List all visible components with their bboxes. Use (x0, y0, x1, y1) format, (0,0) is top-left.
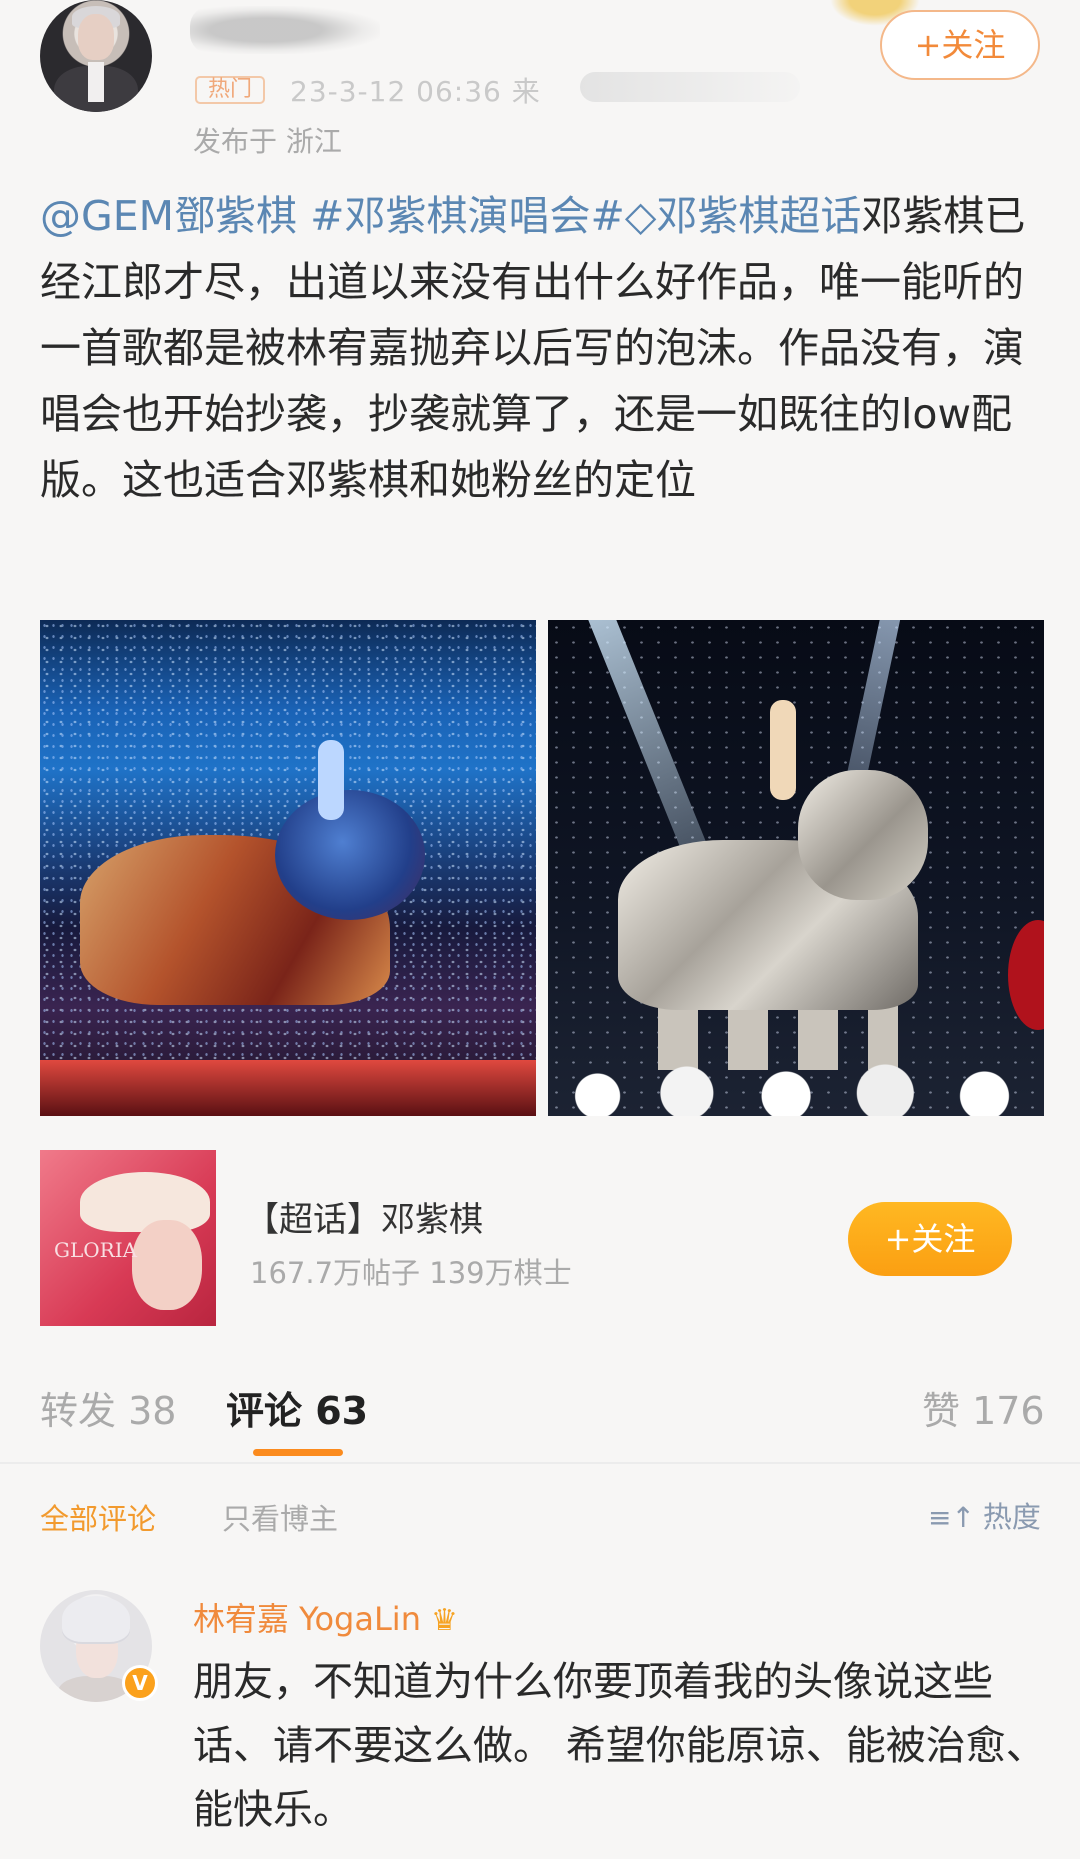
commenter-name-label: 林宥嘉 YogaLin (193, 1600, 421, 1638)
commenter-name[interactable]: 林宥嘉 YogaLin ♛ (193, 1594, 458, 1640)
post-image-1[interactable] (40, 620, 536, 1116)
post-image-2[interactable] (548, 620, 1044, 1116)
tab-like[interactable]: 赞 176 (922, 1380, 1045, 1435)
blurred-username (190, 6, 380, 54)
hashtag-link[interactable]: #邓紫棋演唱会# (310, 192, 625, 240)
filter-owner-only[interactable]: 只看博主 (222, 1496, 338, 1538)
divider (0, 1462, 1080, 1464)
sort-label: 热度 (982, 1500, 1041, 1534)
tab-comment[interactable]: 评论 63 (226, 1380, 368, 1435)
supertopic-follow-button[interactable]: +关注 (848, 1202, 1012, 1276)
post-body: @GEM鄧紫棋 #邓紫棋演唱会#◇邓紫棋超话邓紫棋已经江郎才尽，出道以来没有出什… (40, 183, 1040, 513)
supertopic-title: 【超话】邓紫棋 (245, 1200, 483, 1240)
supertopic-link[interactable]: ◇邓紫棋超话 (625, 192, 862, 240)
filter-all-comments[interactable]: 全部评论 (40, 1496, 156, 1538)
mention-link[interactable]: @GEM鄧紫棋 (40, 192, 297, 240)
thumbnail-text: GLORIA (54, 1238, 138, 1262)
verified-icon: V (122, 1665, 158, 1701)
supertopic-card[interactable]: GLORIA 【超话】邓紫棋 167.7万帖子 139万棋士 +关注 (40, 1150, 1040, 1326)
hot-tag: 热门 (195, 76, 265, 104)
supertopic-stats: 167.7万帖子 139万棋士 (250, 1256, 572, 1290)
comment-text: 朋友，不知道为什么你要顶着我的头像说这些话、请不要这么做。 希望你能原谅、能被治… (193, 1659, 1046, 1833)
tab-repost[interactable]: 转发 38 (40, 1380, 176, 1435)
sort-icon: ≡↑ (928, 1501, 975, 1534)
supertopic-thumbnail: GLORIA (40, 1150, 216, 1326)
source-prefix: 来 (511, 75, 541, 108)
active-tab-indicator (253, 1449, 343, 1456)
crown-icon: ♛ (430, 1603, 458, 1638)
post-timestamp: 23-3-12 06:36 来 (290, 70, 541, 110)
post-location: 发布于 浙江 (193, 125, 342, 158)
sort-by-heat[interactable]: ≡↑ 热度 (928, 1494, 1041, 1536)
poster-avatar[interactable] (40, 0, 152, 112)
post-time: 23-3-12 06:36 (290, 75, 502, 108)
follow-button[interactable]: +关注 (880, 10, 1040, 80)
blurred-source (580, 72, 800, 102)
